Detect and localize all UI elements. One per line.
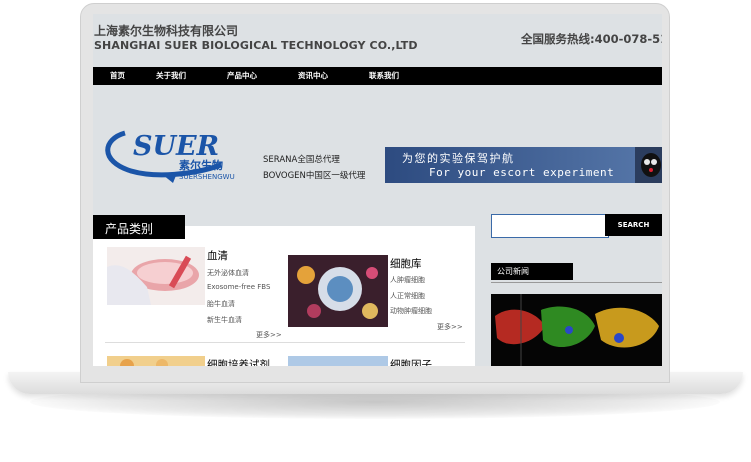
logo-text: SUER [133, 131, 219, 162]
service-hotline: 全国服务热线:400-078-5158 [521, 32, 662, 46]
product-serum-item-3[interactable]: 胎牛血清 [207, 299, 235, 309]
product-cellbank-item-2[interactable]: 人正常细胞 [390, 291, 425, 301]
company-news-title-text: 公司新闻 [497, 267, 529, 276]
website-screen: 上海素尔生物科技有限公司 SHANGHAI SUER BIOLOGICAL TE… [93, 14, 662, 366]
search-input[interactable] [491, 214, 609, 238]
nav-item-news[interactable]: 资讯中心 [298, 70, 328, 81]
product-cytokine-title[interactable]: 细胞因子 [390, 357, 432, 366]
company-name-en: SHANGHAI SUER BIOLOGICAL TECHNOLOGY CO.,… [94, 39, 418, 52]
hero-banner: SUER 素尔生物 SUERSHENGWU SERANA全国总代理 BOVOGE… [93, 85, 662, 215]
nav-item-home[interactable]: 首页 [110, 70, 125, 81]
insect-graphic [635, 147, 662, 183]
agency-bovogen: BOVOGEN中国区一级代理 [263, 171, 366, 181]
product-cellbank-item-1[interactable]: 人肿瘤细胞 [390, 275, 425, 285]
product-serum-item-4[interactable]: 新生牛血清 [207, 315, 242, 325]
product-culture-title[interactable]: 细胞培养试剂 [207, 357, 270, 366]
product-serum-item-1[interactable]: 无外泌体血清 [207, 268, 249, 278]
nav-item-about[interactable]: 关于我们 [156, 70, 186, 81]
serum-thumbnail[interactable] [107, 247, 205, 305]
product-cellbank-more-link[interactable]: 更多>> [437, 322, 463, 332]
product-cellbank-item-3[interactable]: 动物肿瘤细胞 [390, 306, 432, 316]
logo-pinyin: SUERSHENGWU [179, 173, 235, 181]
suer-logo[interactable]: SUER 素尔生物 SUERSHENGWU [103, 125, 253, 185]
slogan-cn: 为您的实验保驾护航 [402, 152, 515, 165]
product-cellbank-title[interactable]: 细胞库 [390, 256, 422, 271]
product-serum-more-link[interactable]: 更多>> [256, 330, 282, 340]
culture-reagent-thumbnail[interactable] [107, 356, 205, 366]
news-divider [491, 282, 662, 283]
product-row-divider [105, 342, 465, 343]
cytokine-thumbnail[interactable] [288, 356, 388, 366]
product-serum-item-2[interactable]: Exosome-free FBS [207, 283, 270, 291]
product-serum-title[interactable]: 血清 [207, 248, 228, 263]
slogan-en: For your escort experiment [429, 166, 615, 179]
company-name-cn: 上海素尔生物科技有限公司 [94, 24, 239, 38]
logo-cn: 素尔生物 [179, 158, 223, 172]
nav-item-contact[interactable]: 联系我们 [369, 70, 399, 81]
news-cell-image[interactable] [491, 294, 662, 366]
agency-serana: SERANA全国总代理 [263, 155, 340, 165]
product-category-title: 产品类别 [93, 215, 185, 239]
nav-item-products[interactable]: 产品中心 [227, 70, 257, 81]
site-header: 上海素尔生物科技有限公司 SHANGHAI SUER BIOLOGICAL TE… [93, 14, 662, 67]
slogan-banner: 为您的实验保驾护航 For your escort experiment [385, 147, 662, 183]
product-category-title-text: 产品类别 [105, 222, 154, 236]
company-news-title: 公司新闻 [491, 263, 573, 280]
main-nav: 首页 关于我们 产品中心 资讯中心 联系我们 [93, 67, 662, 85]
search-button[interactable]: SEARCH [605, 214, 662, 236]
cell-bank-thumbnail[interactable] [288, 255, 388, 327]
